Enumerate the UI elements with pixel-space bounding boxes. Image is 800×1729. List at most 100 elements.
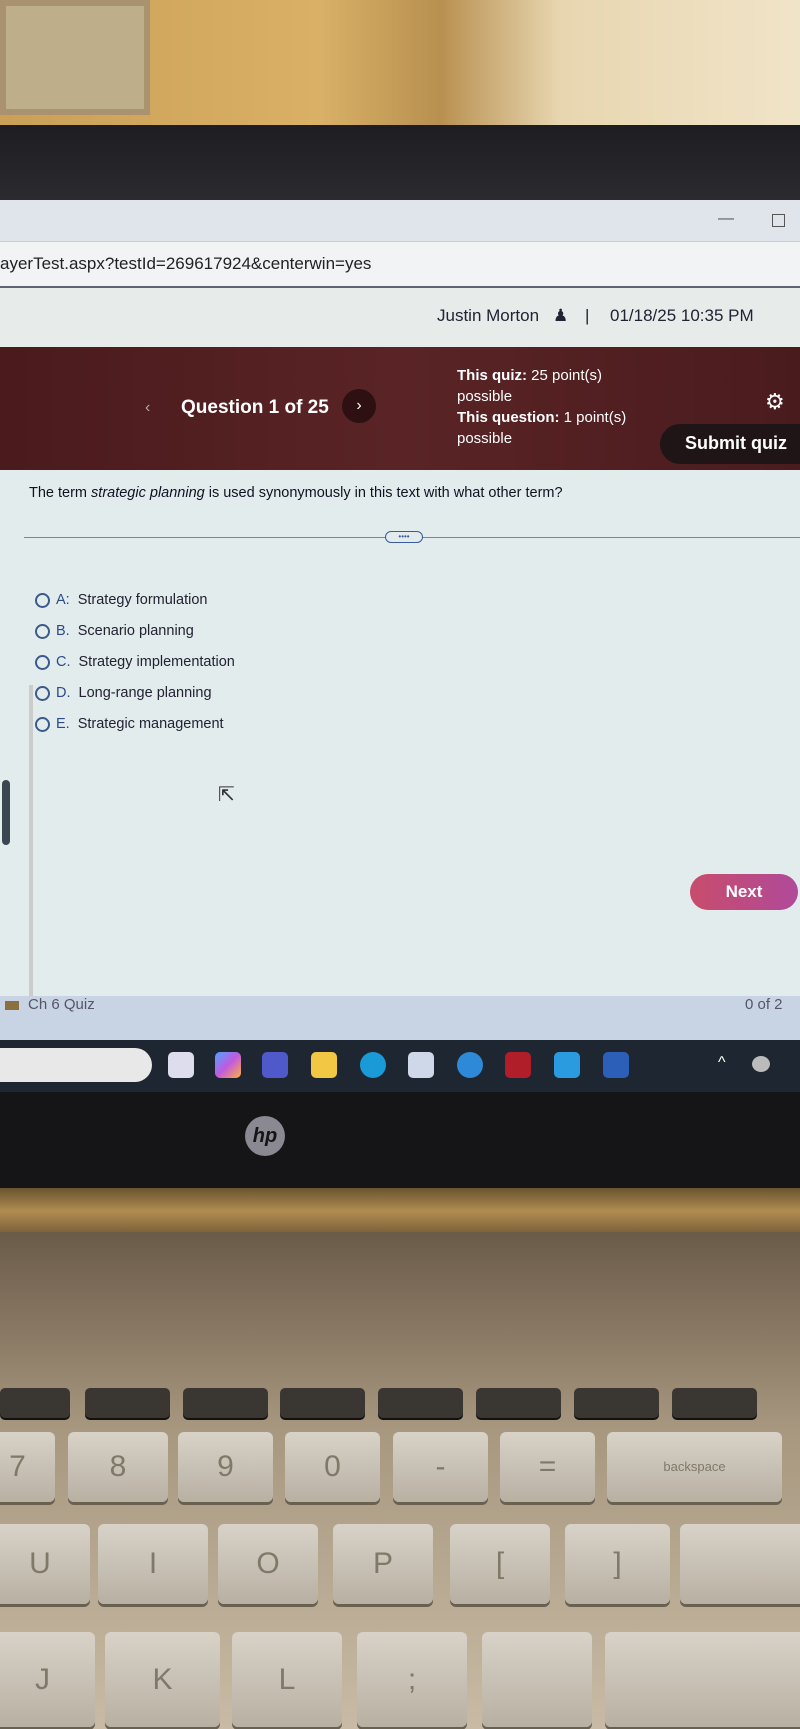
function-key[interactable] (85, 1388, 170, 1418)
option-text: Strategic management (77, 716, 224, 732)
wall-picture-frame (0, 0, 150, 115)
key-semicolon[interactable]: ; (357, 1632, 467, 1727)
key-quote[interactable] (482, 1632, 592, 1727)
copilot-icon[interactable] (215, 1052, 241, 1078)
teams-icon[interactable] (262, 1052, 288, 1078)
next-button[interactable]: Next (690, 874, 798, 910)
answer-option-a[interactable]: A: Strategy formulation (35, 592, 207, 608)
key-bracket-left[interactable]: [ (450, 1524, 550, 1604)
radio-button[interactable] (35, 716, 50, 732)
key-8[interactable]: 8 (68, 1432, 168, 1502)
datetime: 01/18/25 10:35 PM (610, 306, 754, 325)
key-k[interactable]: K (105, 1632, 220, 1727)
quiz-folder-icon (5, 1001, 19, 1010)
key-enter[interactable] (605, 1632, 800, 1727)
points-info: This quiz: 25 point(s) possible This que… (457, 365, 637, 449)
key-7[interactable]: 7 (0, 1432, 55, 1502)
windows-taskbar: ^ (0, 1040, 800, 1092)
url-text: ayerTest.aspx?testId=269617924&centerwin… (0, 254, 372, 273)
option-letter: C. (56, 654, 71, 670)
store-icon[interactable] (408, 1052, 434, 1078)
address-bar[interactable]: ayerTest.aspx?testId=269617924&centerwin… (0, 242, 800, 288)
key-0[interactable]: 0 (285, 1432, 380, 1502)
question-counter: Question 1 of 25 (181, 397, 329, 418)
onedrive-icon[interactable] (752, 1056, 770, 1072)
function-key[interactable] (183, 1388, 268, 1418)
answer-option-c[interactable]: C. Strategy implementation (35, 654, 235, 670)
question-text-part: The term (29, 485, 92, 501)
function-key[interactable] (672, 1388, 757, 1418)
function-key[interactable] (280, 1388, 365, 1418)
answer-option-b[interactable]: B. Scenario planning (35, 623, 194, 639)
hp-logo: hp (245, 1116, 285, 1156)
question-points-label: This question: (457, 409, 560, 426)
option-letter: D. (56, 685, 71, 701)
key-l[interactable]: L (232, 1632, 342, 1727)
option-text: Strategy formulation (77, 592, 208, 608)
key-backslash[interactable] (680, 1524, 800, 1604)
submit-quiz-button[interactable]: Submit quiz (660, 424, 800, 464)
mouse-cursor-icon: ⇱ (218, 784, 235, 806)
question-panel: The term strategic planning is used syno… (0, 470, 800, 1095)
search-box[interactable] (0, 1048, 152, 1082)
key-backspace[interactable]: backspace (607, 1432, 782, 1502)
key-i[interactable]: I (98, 1524, 208, 1604)
option-letter: B. (56, 623, 70, 639)
tray-chevron-icon[interactable]: ^ (718, 1054, 726, 1072)
next-question-button[interactable]: › (342, 389, 376, 423)
laptop-screen: — ayerTest.aspx?testId=269617924&centerw… (0, 200, 800, 1095)
answer-option-e[interactable]: E. Strategic management (35, 716, 224, 732)
edge-icon[interactable] (360, 1052, 386, 1078)
radio-button[interactable] (35, 592, 50, 608)
task-view-icon[interactable] (168, 1052, 194, 1078)
help-icon[interactable] (457, 1052, 483, 1078)
quiz-progress: 0 of 2 (745, 996, 783, 1013)
function-key[interactable] (574, 1388, 659, 1418)
key-bracket-right[interactable]: ] (565, 1524, 670, 1604)
divider-handle[interactable]: •••• (385, 531, 423, 543)
function-key[interactable] (476, 1388, 561, 1418)
option-letter: E. (56, 716, 70, 732)
user-bar: Justin Morton ♟ | 01/18/25 10:35 PM (0, 288, 800, 347)
key-equals[interactable]: = (500, 1432, 595, 1502)
radio-button[interactable] (35, 685, 50, 701)
key-minus[interactable]: - (393, 1432, 488, 1502)
answer-option-d[interactable]: D. Long-range planning (35, 685, 212, 701)
file-explorer-icon[interactable] (311, 1052, 337, 1078)
quiz-banner: ‹ Question 1 of 25 › This quiz: 25 point… (0, 347, 800, 470)
function-key[interactable] (378, 1388, 463, 1418)
scrollbar-thumb[interactable] (2, 780, 10, 845)
option-text: Strategy implementation (78, 654, 235, 670)
quiz-points-label: This quiz: (457, 367, 527, 384)
laptop-hinge (0, 1188, 800, 1234)
maximize-icon[interactable] (772, 214, 785, 227)
quiz-status-bar: Ch 6 Quiz 0 of 2 (0, 996, 800, 1040)
option-text: Long-range planning (78, 685, 212, 701)
laptop-keyboard: 7 8 9 0 - = backspace U I O P [ ] J K L … (0, 1232, 800, 1729)
key-j[interactable]: J (0, 1632, 95, 1727)
radio-button[interactable] (35, 623, 50, 639)
minimize-icon[interactable]: — (718, 210, 734, 228)
user-icon: ♟ (553, 306, 569, 325)
option-text: Scenario planning (77, 623, 194, 639)
laptop-bezel-top (0, 125, 800, 205)
function-key[interactable] (0, 1388, 70, 1418)
key-9[interactable]: 9 (178, 1432, 273, 1502)
app-icon[interactable] (554, 1052, 580, 1078)
radio-button[interactable] (35, 654, 50, 670)
key-o[interactable]: O (218, 1524, 318, 1604)
browser-titlebar: — (0, 200, 800, 242)
laptop-bezel-bottom: hp (0, 1092, 800, 1190)
quiz-name: Ch 6 Quiz (28, 996, 95, 1013)
gear-icon[interactable]: ⚙ (765, 389, 785, 415)
background-wall (0, 0, 800, 137)
prev-question-button[interactable]: ‹ (145, 399, 150, 417)
word-icon[interactable] (603, 1052, 629, 1078)
question-text-part: is used synonymously in this text with w… (204, 485, 563, 501)
mcafee-icon[interactable] (505, 1052, 531, 1078)
key-p[interactable]: P (333, 1524, 433, 1604)
user-name: Justin Morton (437, 306, 540, 325)
question-text: The term strategic planning is used syno… (29, 485, 563, 501)
key-u[interactable]: U (0, 1524, 90, 1604)
option-letter: A: (56, 592, 70, 608)
